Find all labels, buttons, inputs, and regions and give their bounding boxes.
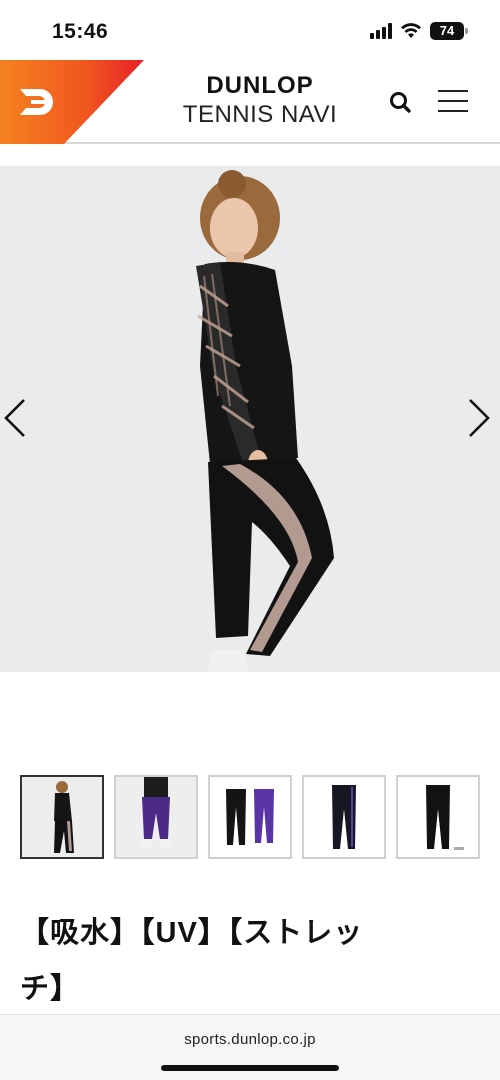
product-image-carousel[interactable] [0, 166, 500, 672]
brand-title[interactable]: DUNLOP TENNIS NAVI [160, 72, 360, 130]
brand-name: DUNLOP [206, 72, 314, 99]
product-title-line2: チ】 [20, 973, 81, 1005]
product-main-image [0, 166, 500, 672]
dunlop-logo-icon[interactable] [0, 60, 144, 144]
status-time: 15:46 [52, 20, 109, 43]
home-indicator[interactable] [161, 1065, 339, 1071]
battery-level: 74 [439, 23, 455, 38]
carousel-next-button[interactable] [454, 388, 494, 448]
browser-address-bar[interactable]: sports.dunlop.co.jp [0, 1014, 500, 1080]
wifi-icon [400, 23, 422, 39]
thumbnail-1[interactable] [20, 775, 104, 859]
product-title: 【吸水】【UV】【ストレッ チ】 [20, 905, 480, 1017]
battery-icon: 74 [430, 22, 468, 40]
search-button[interactable] [388, 90, 414, 116]
status-icons: 74 [370, 22, 468, 40]
chevron-left-icon [4, 399, 25, 437]
chevron-right-icon [469, 399, 490, 437]
search-icon [390, 92, 411, 113]
url-text: sports.dunlop.co.jp [184, 1031, 316, 1048]
thumbnail-2[interactable] [114, 775, 198, 859]
status-bar: 15:46 74 [0, 0, 500, 60]
thumbnail-4[interactable] [302, 775, 386, 859]
carousel-prev-button[interactable] [0, 388, 40, 448]
product-title-line1: 【吸水】【UV】【ストレッ [20, 917, 364, 949]
thumbnail-strip [20, 775, 480, 859]
signal-icon [370, 23, 392, 39]
hamburger-menu-icon[interactable] [438, 90, 468, 114]
site-header: DUNLOP TENNIS NAVI [0, 60, 500, 144]
brand-subtitle: TENNIS NAVI [182, 101, 338, 128]
thumbnail-5[interactable] [396, 775, 480, 859]
thumbnail-3[interactable] [208, 775, 292, 859]
